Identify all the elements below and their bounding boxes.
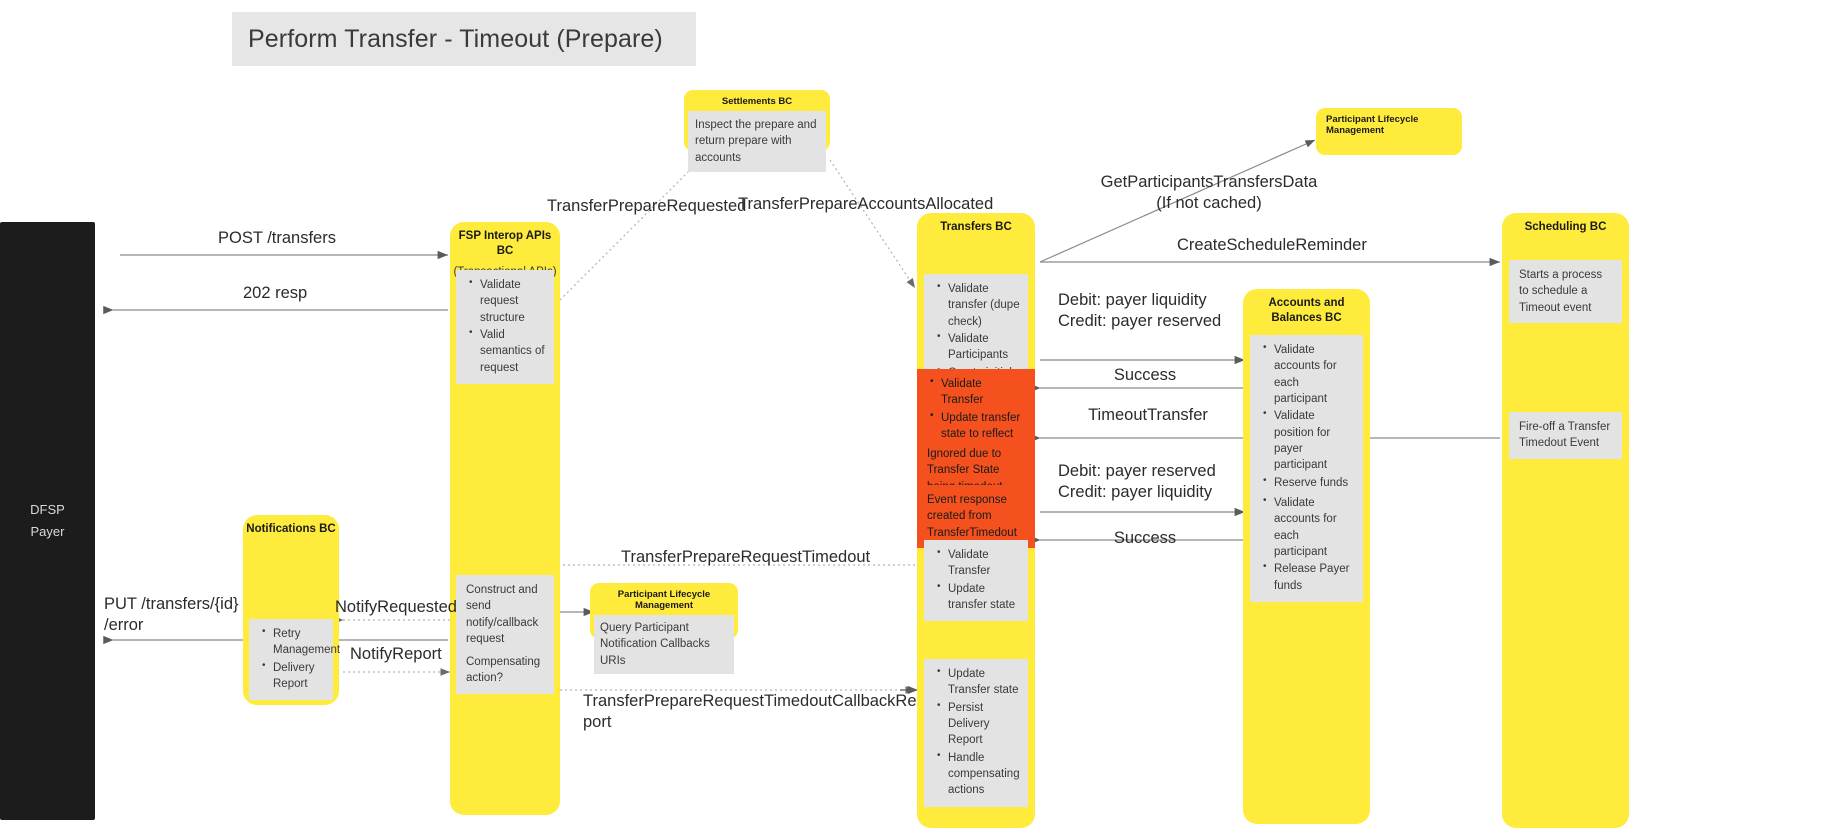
fsp-interop-bc-title: FSP Interop APIs BC	[458, 230, 552, 257]
label-transfer-prepare-requested: TransferPrepareRequested	[547, 197, 747, 215]
actor-line-2: Payer	[30, 524, 65, 539]
column-scheduling-bc[interactable]: Scheduling BC Starts a process to schedu…	[1502, 213, 1629, 828]
settlements-bc-title: Settlements BC	[721, 96, 793, 107]
label-put-transfers-error: PUT /transfers/{id} /error	[104, 595, 239, 634]
delivery-report-note: Update Transfer state Persist Delivery R…	[924, 659, 1028, 807]
list-item: Validate Transfer	[937, 546, 1020, 580]
list-item: Validate accounts for each participant	[1263, 341, 1355, 407]
label-success-release: Success	[1113, 529, 1177, 547]
label-success-reserve: Success	[1113, 366, 1177, 384]
column-transfers-bc[interactable]: Transfers BC Validate transfer (dupe che…	[917, 213, 1035, 828]
list-item: Validate transfer (dupe check)	[937, 280, 1020, 330]
list-item: Retry Management	[262, 625, 340, 659]
list-item: Handle compensating actions	[937, 749, 1020, 799]
label-post-transfers: POST /transfers	[218, 229, 336, 247]
label-timeout-transfer: TimeoutTransfer	[1088, 406, 1208, 424]
transfers-bc-title: Transfers BC	[940, 221, 1012, 233]
compensating-action-note: Compensating action?	[456, 647, 554, 694]
actor-dfsp-payer: DFSP Payer	[0, 222, 95, 820]
plm-bottom-title: Participant Lifecycle Management	[617, 589, 711, 611]
list-item: Persist Delivery Report	[937, 699, 1020, 749]
label-debit-reserved-credit-liquidity: Debit: payer reserved Credit: payer liqu…	[1058, 462, 1216, 501]
actor-line-1: DFSP	[30, 501, 65, 517]
settlements-note: Inspect the prepare and return prepare w…	[688, 111, 826, 172]
label-get-participants-transfers-data: GetParticipantsTransfersData (If not cac…	[1100, 173, 1318, 212]
column-fsp-interop-apis-bc[interactable]: FSP Interop APIs BC (Transactional APIs)…	[450, 222, 560, 815]
plm-bottom-note: Query Participant Notification Callbacks…	[594, 615, 734, 674]
list-item: Validate Transfer	[930, 375, 1027, 409]
plm-top-title: Participant Lifecycle Management	[1326, 114, 1419, 136]
label-202-resp: 202 resp	[243, 284, 308, 302]
event-response-note: Event response created from TransferTime…	[917, 485, 1035, 548]
list-item: Validate Participants	[937, 330, 1020, 364]
column-accounts-and-balances-bc[interactable]: Accounts and Balances BC Validate accoun…	[1243, 289, 1370, 824]
validate-request-note: Validate request structure Valid semanti…	[456, 270, 554, 384]
validate-update-note: Validate Transfer Update transfer state	[924, 540, 1028, 622]
fire-off-timeout-note: Fire-off a Transfer Timedout Event	[1509, 412, 1622, 459]
label-transfer-prepare-request-timedout: TransferPrepareRequestTimedout	[621, 548, 871, 566]
box-settlements-bc[interactable]: Settlements BC Inspect the prepare and r…	[684, 90, 830, 172]
label-transfer-prepare-accounts-allocated: TransferPrepareAccountsAllocated	[738, 195, 994, 213]
scheduling-bc-title: Scheduling BC	[1524, 221, 1607, 233]
label-transfer-prepare-request-timedout-callback-report: TransferPrepareRequestTimedoutCallbackRe…	[583, 692, 917, 731]
list-item: Update Transfer state	[937, 665, 1020, 699]
construct-callback-note: Construct and send notify/callback reque…	[456, 575, 554, 655]
list-item: Release Payer funds	[1263, 560, 1355, 594]
column-notifications-bc[interactable]: Notifications BC Retry Management Delive…	[243, 515, 340, 705]
list-item: Validate accounts for each participant	[1263, 494, 1355, 560]
label-create-schedule-reminder: CreateScheduleReminder	[1177, 236, 1367, 254]
notifications-bc-title: Notifications BC	[246, 523, 336, 535]
box-participant-lifecycle-management-top[interactable]: Participant Lifecycle Management	[1316, 108, 1462, 155]
retry-delivery-note: Retry Management Delivery Report	[249, 619, 340, 701]
page-title: Perform Transfer - Timeout (Prepare)	[232, 12, 696, 66]
label-notify-report: NotifyReport	[350, 645, 442, 663]
list-item: Validate request structure	[469, 276, 546, 326]
label-notify-requested: NotifyRequested	[335, 598, 457, 616]
list-item: Valid semantics of request	[469, 326, 546, 376]
list-item: Validate position for payer participant	[1263, 407, 1355, 473]
diagram-canvas: Perform Transfer - Timeout (Prepare) DFS…	[0, 0, 1837, 834]
schedule-timeout-note: Starts a process to schedule a Timeout e…	[1509, 260, 1622, 323]
accounts-balances-bc-title: Accounts and Balances BC	[1268, 297, 1345, 324]
list-item: Update transfer state	[937, 580, 1020, 614]
box-participant-lifecycle-management-bottom[interactable]: Participant Lifecycle Management Query P…	[590, 583, 738, 674]
list-item: Delivery Report	[262, 659, 325, 693]
release-funds-note: Validate accounts for each participant R…	[1250, 488, 1363, 602]
label-debit-liquidity-credit-reserved: Debit: payer liquidity Credit: payer res…	[1058, 291, 1222, 330]
